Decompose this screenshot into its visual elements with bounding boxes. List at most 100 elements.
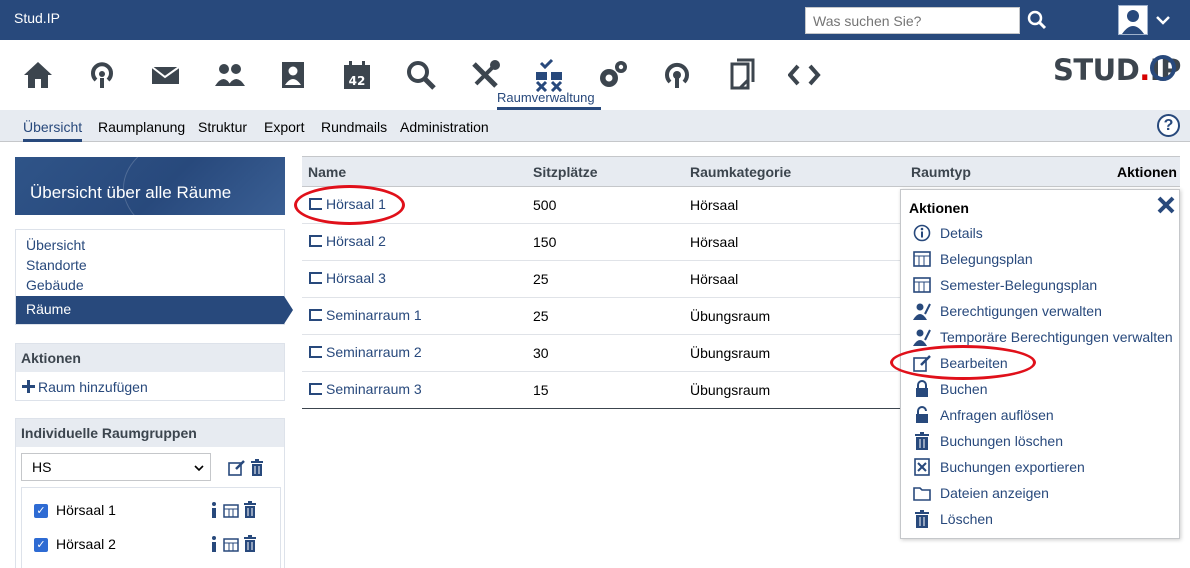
schedule-icon[interactable] bbox=[223, 503, 239, 519]
room-icon bbox=[309, 309, 322, 321]
trash-icon[interactable] bbox=[243, 501, 257, 519]
sidebar-header: Übersicht über alle Räume bbox=[15, 157, 285, 215]
menu-item-label: Temporäre Berechtigungen verwalten bbox=[940, 329, 1173, 345]
menu-item-berechtigungen[interactable]: Berechtigungen verwalten bbox=[913, 301, 1178, 323]
plugins-icon[interactable] bbox=[788, 58, 822, 92]
tools-icon[interactable] bbox=[468, 58, 502, 92]
close-icon[interactable] bbox=[1156, 195, 1176, 215]
export-icon bbox=[914, 458, 930, 476]
sidebar-item-standorte[interactable]: Standorte bbox=[26, 257, 87, 273]
room-groups-widget: Individuelle Raumgruppen HS ✓ Hörsaal 1 … bbox=[15, 418, 285, 568]
search-icon[interactable] bbox=[1027, 10, 1047, 30]
sidebar-item-gebaeude[interactable]: Gebäude bbox=[26, 277, 84, 293]
sidebar-item-raeume[interactable]: Räume bbox=[16, 296, 293, 324]
seats-cell: 25 bbox=[533, 308, 549, 324]
checkbox-hoersaal-2[interactable]: ✓ bbox=[34, 538, 48, 552]
menu-item-details[interactable]: Details bbox=[913, 223, 1178, 245]
room-link[interactable]: Seminarraum 1 bbox=[326, 307, 422, 323]
permissions-icon bbox=[913, 329, 931, 346]
column-seats[interactable]: Sitzplätze bbox=[533, 164, 598, 180]
seats-cell: 150 bbox=[533, 234, 557, 250]
profile-icon[interactable] bbox=[276, 58, 310, 92]
tab-uebersicht[interactable]: Übersicht bbox=[23, 119, 83, 142]
column-actions: Aktionen bbox=[1117, 164, 1177, 180]
menu-item-label: Buchungen exportieren bbox=[940, 459, 1085, 475]
plus-icon bbox=[22, 380, 35, 393]
reports-icon[interactable] bbox=[660, 58, 694, 92]
room-admin-icon[interactable] bbox=[532, 58, 566, 92]
permissions-icon bbox=[913, 303, 931, 320]
schedule-icon bbox=[913, 251, 931, 267]
nav-active-label[interactable]: Raumverwaltung bbox=[497, 90, 595, 105]
avatar[interactable] bbox=[1118, 5, 1148, 35]
category-cell: Übungsraum bbox=[690, 382, 771, 398]
room-link[interactable]: Hörsaal 3 bbox=[326, 270, 386, 286]
checkbox-hoersaal-1[interactable]: ✓ bbox=[34, 504, 48, 518]
room-link[interactable]: Hörsaal 2 bbox=[326, 233, 386, 249]
room-link[interactable]: Seminarraum 2 bbox=[326, 344, 422, 360]
actions-widget-title: Aktionen bbox=[16, 344, 284, 372]
category-cell: Übungsraum bbox=[690, 345, 771, 361]
menu-item-anfragen-aufloesen[interactable]: Anfragen auflösen bbox=[913, 405, 1178, 427]
schedule-icon[interactable] bbox=[223, 537, 239, 553]
category-cell: Hörsaal bbox=[690, 234, 739, 250]
chevron-down-icon[interactable] bbox=[1155, 12, 1171, 28]
tab-struktur[interactable]: Struktur bbox=[198, 119, 247, 135]
group-item-icons bbox=[209, 535, 257, 556]
tab-export[interactable]: Export bbox=[264, 119, 304, 135]
trash-icon bbox=[915, 432, 929, 450]
help-icon[interactable]: ? bbox=[1157, 114, 1180, 137]
trash-icon[interactable] bbox=[250, 459, 264, 477]
menu-item-belegungsplan[interactable]: Belegungsplan bbox=[913, 249, 1178, 271]
menu-item-buchen[interactable]: Buchen bbox=[913, 379, 1178, 401]
add-room-link[interactable]: Raum hinzufügen bbox=[22, 379, 148, 395]
menu-item-buchungen-exportieren[interactable]: Buchungen exportieren bbox=[913, 457, 1178, 479]
logo-dot: . bbox=[1139, 53, 1150, 87]
room-icon bbox=[309, 346, 322, 358]
trash-icon bbox=[915, 510, 929, 528]
tab-rundmails[interactable]: Rundmails bbox=[321, 119, 387, 135]
menu-item-dateien-anzeigen[interactable]: Dateien anzeigen bbox=[913, 483, 1178, 505]
room-icon bbox=[309, 272, 322, 284]
search-input[interactable] bbox=[805, 7, 1020, 34]
category-cell: Hörsaal bbox=[690, 271, 739, 287]
room-group-select-value: HS bbox=[32, 459, 52, 475]
column-category[interactable]: Raumkategorie bbox=[690, 164, 791, 180]
menu-item-loeschen[interactable]: Löschen bbox=[913, 509, 1178, 531]
group-item-label: Hörsaal 1 bbox=[56, 502, 116, 518]
seats-cell: 25 bbox=[533, 271, 549, 287]
mail-icon[interactable] bbox=[149, 58, 183, 92]
menu-item-semester-belegungsplan[interactable]: Semester-Belegungsplan bbox=[913, 275, 1178, 297]
sidebar-item-uebersicht[interactable]: Übersicht bbox=[26, 237, 85, 253]
tab-administration[interactable]: Administration bbox=[400, 119, 489, 135]
home-icon[interactable] bbox=[21, 58, 55, 92]
tab-raumplanung[interactable]: Raumplanung bbox=[98, 119, 185, 135]
room-group-select[interactable]: HS bbox=[21, 453, 211, 481]
edit-icon[interactable] bbox=[228, 459, 246, 477]
search-nav-icon[interactable] bbox=[404, 58, 438, 92]
room-icon bbox=[309, 383, 322, 395]
menu-item-label: Buchungen löschen bbox=[940, 433, 1063, 449]
info-icon[interactable] bbox=[209, 501, 219, 519]
list-item: ✓ Hörsaal 2 bbox=[34, 535, 274, 555]
column-name[interactable]: Name bbox=[308, 164, 346, 180]
calendar-icon[interactable]: 42 bbox=[340, 58, 374, 92]
menu-item-label: Semester-Belegungsplan bbox=[940, 277, 1098, 293]
room-link[interactable]: Seminarraum 3 bbox=[326, 381, 422, 397]
menu-item-label: Anfragen auflösen bbox=[940, 407, 1054, 423]
sidebar-navigation: Übersicht Standorte Gebäude Räume bbox=[15, 229, 293, 325]
column-type[interactable]: Raumtyp bbox=[911, 164, 971, 180]
unlock-icon bbox=[916, 406, 928, 423]
sidebar-title: Übersicht über alle Räume bbox=[30, 183, 232, 202]
persons-icon[interactable] bbox=[213, 58, 247, 92]
settings-icon[interactable] bbox=[596, 58, 630, 92]
brand-link[interactable]: Stud.IP bbox=[14, 10, 60, 26]
community-icon[interactable] bbox=[86, 58, 120, 92]
files-icon[interactable] bbox=[724, 58, 758, 92]
main-navigation: 42 Raumverwaltung STUD.IP bbox=[0, 40, 1190, 110]
info-icon[interactable] bbox=[209, 535, 219, 553]
schedule-icon bbox=[913, 277, 931, 293]
menu-item-buchungen-loeschen[interactable]: Buchungen löschen bbox=[913, 431, 1178, 453]
tab-bar: Übersicht Raumplanung Struktur Export Ru… bbox=[0, 110, 1190, 142]
trash-icon[interactable] bbox=[243, 535, 257, 553]
